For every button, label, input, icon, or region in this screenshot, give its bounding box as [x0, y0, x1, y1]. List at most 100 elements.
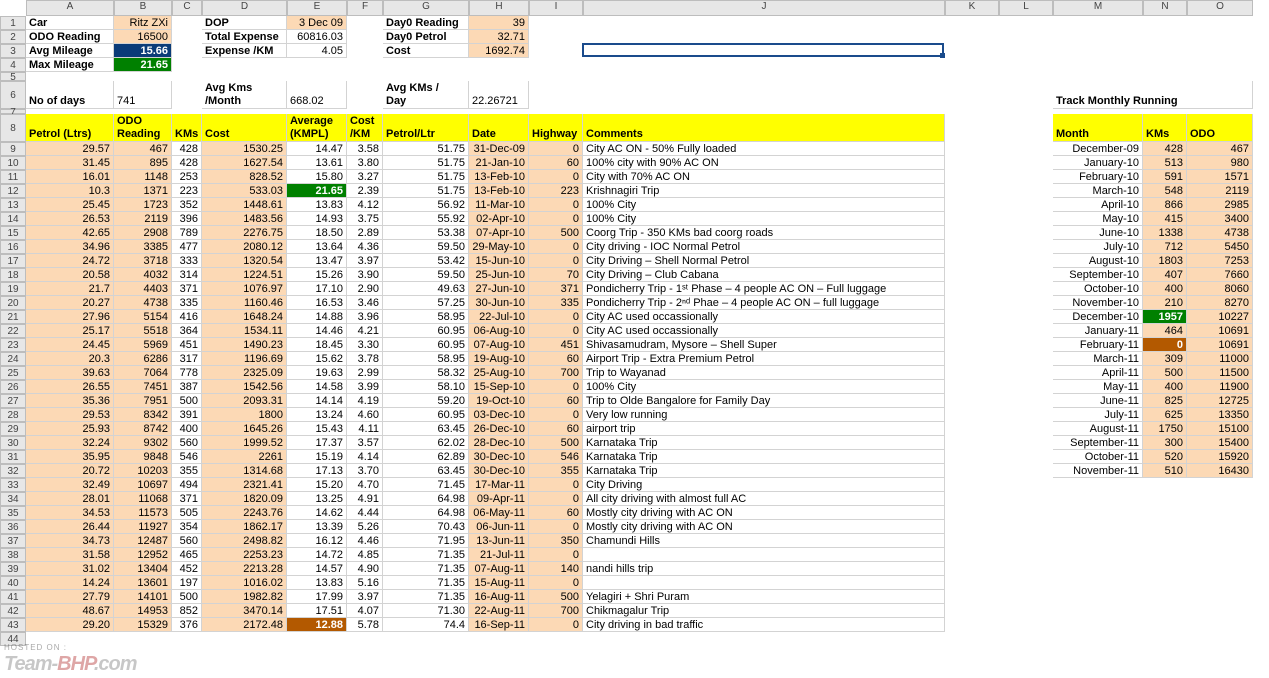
cell-H25[interactable]: 25-Aug-10: [469, 366, 529, 380]
cell-E18[interactable]: 15.26: [287, 268, 347, 282]
cell-D3[interactable]: Expense /KM: [202, 44, 287, 58]
cell-A20[interactable]: 20.27: [26, 296, 114, 310]
cell-D30[interactable]: 1999.52: [202, 436, 287, 450]
cell-A27[interactable]: 35.36: [26, 394, 114, 408]
cell-F12[interactable]: 2.39: [347, 184, 383, 198]
col-header-A[interactable]: A: [26, 0, 114, 16]
row-header-16[interactable]: 16: [0, 240, 26, 254]
cell-E20[interactable]: 16.53: [287, 296, 347, 310]
cell-G40[interactable]: 71.35: [383, 576, 469, 590]
cell-G13[interactable]: 56.92: [383, 198, 469, 212]
cell-B41[interactable]: 14101: [114, 590, 172, 604]
cell-O15[interactable]: 4738: [1187, 226, 1253, 240]
cell-M30[interactable]: September-11: [1053, 436, 1143, 450]
cell-E13[interactable]: 13.83: [287, 198, 347, 212]
cell-B32[interactable]: 10203: [114, 464, 172, 478]
col-header-J[interactable]: J: [583, 0, 945, 16]
cell-D10[interactable]: 1627.54: [202, 156, 287, 170]
cell-F24[interactable]: 3.78: [347, 352, 383, 366]
cell-E31[interactable]: 15.19: [287, 450, 347, 464]
cell-D15[interactable]: 2276.75: [202, 226, 287, 240]
cell-A8[interactable]: Petrol (Ltrs): [26, 114, 114, 142]
cell-J19[interactable]: Pondicherry Trip - 1ˢᵗ Phase – 4 people …: [583, 282, 945, 296]
cell-B3[interactable]: 15.66: [114, 44, 172, 58]
cell-B28[interactable]: 8342: [114, 408, 172, 422]
cell-C40[interactable]: 197: [172, 576, 202, 590]
cell-C25[interactable]: 778: [172, 366, 202, 380]
cell-O31[interactable]: 15920: [1187, 450, 1253, 464]
cell-E9[interactable]: 14.47: [287, 142, 347, 156]
cell-F42[interactable]: 4.07: [347, 604, 383, 618]
cell-B4[interactable]: 21.65: [114, 58, 172, 72]
cell-O30[interactable]: 15400: [1187, 436, 1253, 450]
cell-A1[interactable]: Car: [26, 16, 114, 30]
cell-H29[interactable]: 26-Dec-10: [469, 422, 529, 436]
cell-I26[interactable]: 0: [529, 380, 583, 394]
cell-I20[interactable]: 335: [529, 296, 583, 310]
cell-G21[interactable]: 58.95: [383, 310, 469, 324]
cell-C23[interactable]: 451: [172, 338, 202, 352]
cell-M23[interactable]: February-11: [1053, 338, 1143, 352]
cell-C26[interactable]: 387: [172, 380, 202, 394]
cell-C12[interactable]: 223: [172, 184, 202, 198]
cell-B25[interactable]: 7064: [114, 366, 172, 380]
cell-F31[interactable]: 4.14: [347, 450, 383, 464]
cell-C8[interactable]: KMs: [172, 114, 202, 142]
cell-J39[interactable]: nandi hills trip: [583, 562, 945, 576]
cell-B27[interactable]: 7951: [114, 394, 172, 408]
cell-H19[interactable]: 27-Jun-10: [469, 282, 529, 296]
cell-G29[interactable]: 63.45: [383, 422, 469, 436]
row-header-33[interactable]: 33: [0, 478, 26, 492]
cell-B17[interactable]: 3718: [114, 254, 172, 268]
cell-F11[interactable]: 3.27: [347, 170, 383, 184]
cell-J11[interactable]: City with 70% AC ON: [583, 170, 945, 184]
col-header-M[interactable]: M: [1053, 0, 1143, 16]
cell-O17[interactable]: 7253: [1187, 254, 1253, 268]
cell-A22[interactable]: 25.17: [26, 324, 114, 338]
cell-A17[interactable]: 24.72: [26, 254, 114, 268]
cell-D14[interactable]: 1483.56: [202, 212, 287, 226]
cell-C11[interactable]: 253: [172, 170, 202, 184]
cell-E8[interactable]: Average (KMPL): [287, 114, 347, 142]
cell-I10[interactable]: 60: [529, 156, 583, 170]
cell-F29[interactable]: 4.11: [347, 422, 383, 436]
cell-A30[interactable]: 32.24: [26, 436, 114, 450]
cell-H15[interactable]: 07-Apr-10: [469, 226, 529, 240]
cell-I38[interactable]: 0: [529, 548, 583, 562]
cell-A42[interactable]: 48.67: [26, 604, 114, 618]
cell-F16[interactable]: 4.36: [347, 240, 383, 254]
cell-A4[interactable]: Max Mileage: [26, 58, 114, 72]
cell-G38[interactable]: 71.35: [383, 548, 469, 562]
row-header-8[interactable]: 8: [0, 114, 26, 142]
cell-O19[interactable]: 8060: [1187, 282, 1253, 296]
cell-B31[interactable]: 9848: [114, 450, 172, 464]
cell-E38[interactable]: 14.72: [287, 548, 347, 562]
row-header-19[interactable]: 19: [0, 282, 26, 296]
cell-E15[interactable]: 18.50: [287, 226, 347, 240]
cell-E32[interactable]: 17.13: [287, 464, 347, 478]
cell-J30[interactable]: Karnataka Trip: [583, 436, 945, 450]
cell-F27[interactable]: 4.19: [347, 394, 383, 408]
cell-G16[interactable]: 59.50: [383, 240, 469, 254]
cell-E39[interactable]: 14.57: [287, 562, 347, 576]
cell-J27[interactable]: Trip to Olde Bangalore for Family Day: [583, 394, 945, 408]
cell-I8[interactable]: Highway: [529, 114, 583, 142]
cell-B38[interactable]: 12952: [114, 548, 172, 562]
cell-I34[interactable]: 0: [529, 492, 583, 506]
col-header-C[interactable]: C: [172, 0, 202, 16]
row-header-6[interactable]: 6: [0, 81, 26, 109]
cell-E25[interactable]: 19.63: [287, 366, 347, 380]
cell-H38[interactable]: 21-Jul-11: [469, 548, 529, 562]
cell-D24[interactable]: 1196.69: [202, 352, 287, 366]
cell-I36[interactable]: 0: [529, 520, 583, 534]
row-header-10[interactable]: 10: [0, 156, 26, 170]
cell-J42[interactable]: Chikmagalur Trip: [583, 604, 945, 618]
cell-E41[interactable]: 17.99: [287, 590, 347, 604]
cell-J37[interactable]: Chamundi Hills: [583, 534, 945, 548]
cell-C29[interactable]: 400: [172, 422, 202, 436]
cell-B1[interactable]: Ritz ZXi: [114, 16, 172, 30]
row-header-35[interactable]: 35: [0, 506, 26, 520]
cell-F15[interactable]: 2.89: [347, 226, 383, 240]
cell-F14[interactable]: 3.75: [347, 212, 383, 226]
cell-N14[interactable]: 415: [1143, 212, 1187, 226]
